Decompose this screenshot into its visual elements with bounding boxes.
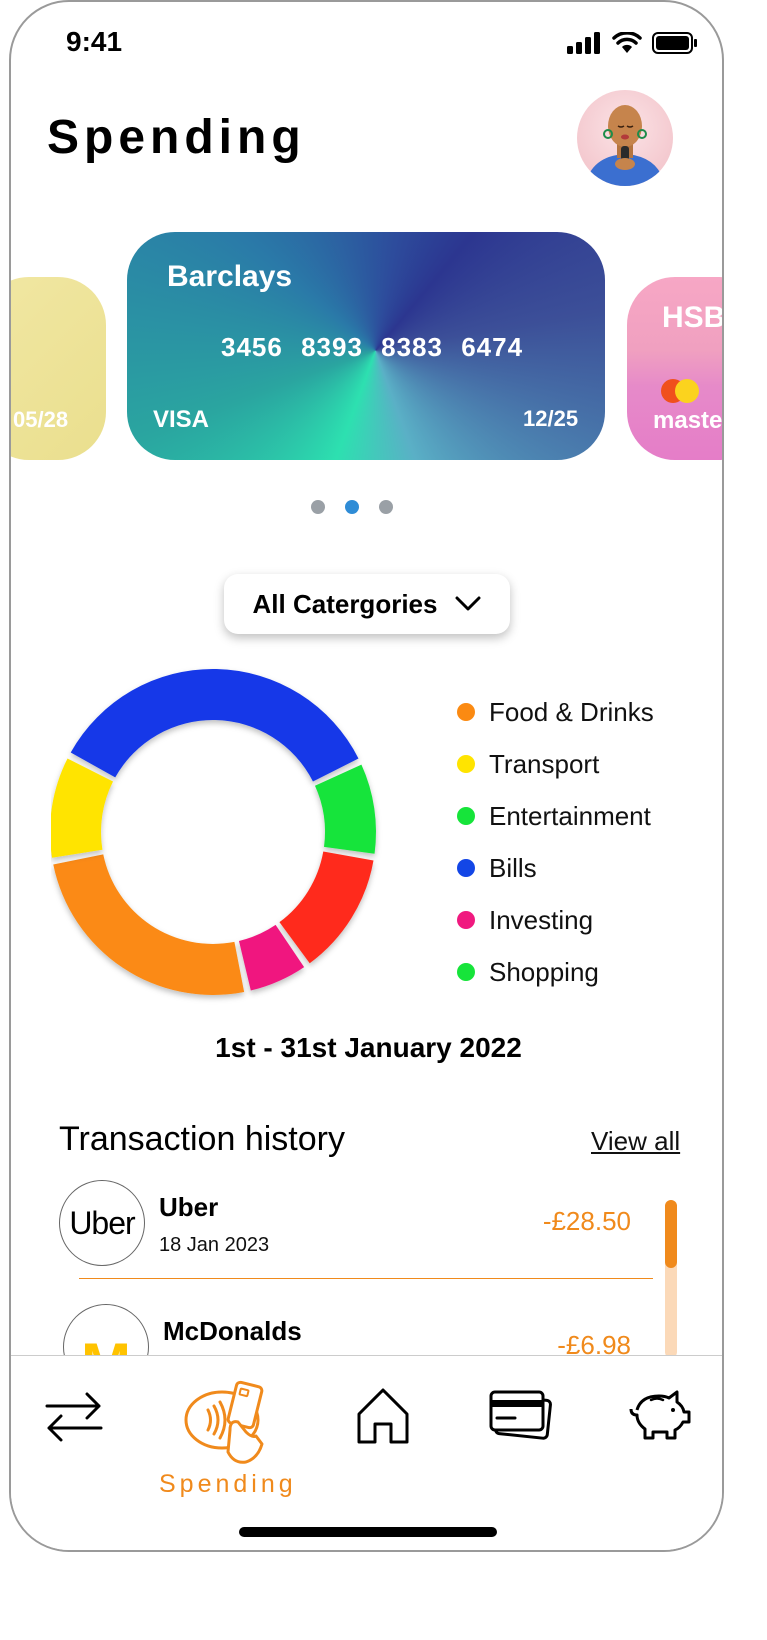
legend-item[interactable]: Entertainment: [457, 790, 654, 842]
tab-home[interactable]: [355, 1386, 411, 1446]
transaction-merchant: McDonalds: [163, 1316, 302, 1346]
battery-icon: [652, 32, 697, 54]
donut-segment-shopping[interactable]: [314, 764, 376, 854]
legend-item[interactable]: Bills: [457, 842, 654, 894]
transaction-date: 18 Jan 2023: [159, 1234, 270, 1256]
card-expiry: 12/25: [523, 406, 579, 431]
avatar-illustration: [585, 105, 665, 186]
transaction-list[interactable]: Uber Uber 18 Jan 2023 -£28.50 M McDonald…: [51, 1174, 671, 1356]
card-bank-name: Barclays: [167, 260, 293, 293]
donut-segment-bills[interactable]: [70, 669, 359, 782]
legend-dot: [457, 755, 475, 773]
transaction-scrollbar[interactable]: [665, 1200, 677, 1358]
contactless-pay-icon: [184, 1380, 264, 1464]
phone-frame: 9:41 Spending 05/28 Barclays 3456 8393 8…: [9, 0, 724, 1552]
spending-donut-chart: [51, 669, 376, 995]
piggy-bank-icon: [629, 1390, 691, 1440]
date-range: 1st - 31st January 2022: [215, 1032, 522, 1063]
status-time: 9:41: [66, 26, 123, 57]
legend-dot: [457, 859, 475, 877]
row-divider: [79, 1278, 653, 1279]
chevron-down-icon: [455, 596, 481, 611]
carousel-dot[interactable]: [379, 500, 393, 514]
legend-dot: [457, 911, 475, 929]
transfer-icon: [45, 1392, 103, 1442]
tab-bar: Spending: [11, 1355, 722, 1550]
legend-item[interactable]: Transport: [457, 738, 654, 790]
credit-card-previous[interactable]: 05/28: [11, 277, 106, 460]
donut-segment-food-drinks[interactable]: [53, 854, 245, 995]
legend-item[interactable]: Food & Drinks: [457, 686, 654, 738]
uber-logo-text: Uber: [69, 1204, 135, 1241]
legend-label: Bills: [489, 852, 537, 883]
uber-logo-icon: Uber: [59, 1180, 145, 1266]
tab-spending[interactable]: Spending: [159, 1380, 297, 1499]
home-indicator[interactable]: [239, 1527, 497, 1537]
tab-label: Spending: [159, 1470, 297, 1498]
card-bank-name: HSB: [662, 301, 724, 334]
legend-label: Investing: [489, 904, 594, 935]
carousel-dot-active[interactable]: [345, 500, 359, 514]
legend-dot: [457, 807, 475, 825]
transaction-row[interactable]: Uber Uber 18 Jan 2023 -£28.50: [51, 1174, 653, 1284]
transaction-merchant: Uber: [159, 1192, 219, 1222]
legend-label: Shopping: [489, 956, 599, 987]
cards-icon: [489, 1390, 552, 1440]
tab-cards[interactable]: [487, 1388, 553, 1444]
transaction-amount: -£6.98: [557, 1330, 631, 1356]
legend-label: Food & Drinks: [489, 696, 654, 727]
mastercard-logo-icon: [661, 379, 699, 403]
legend-label: Transport: [489, 748, 600, 779]
donut-segment-transport[interactable]: [51, 758, 114, 858]
legend-label: Entertainment: [489, 800, 651, 831]
card-brand: maste: [653, 407, 723, 434]
transaction-history-title: Transaction history: [59, 1120, 345, 1158]
status-icons: [566, 32, 698, 54]
transaction-amount: -£28.50: [542, 1206, 631, 1236]
chart-legend: Food & Drinks Transport Entertainment Bi…: [457, 686, 654, 998]
credit-card-barclays[interactable]: Barclays 3456 8393 8383 6474 VISA 12/25: [127, 232, 605, 460]
scrollbar-thumb[interactable]: [665, 1200, 677, 1268]
carousel-dot[interactable]: [311, 500, 325, 514]
wifi-icon: [612, 32, 642, 53]
signal-icon: [567, 32, 600, 54]
card-expiry: 05/28: [13, 407, 69, 432]
mcdonalds-logo-text: M: [81, 1330, 131, 1357]
transaction-row[interactable]: M McDonalds -£6.98: [51, 1300, 651, 1356]
legend-item[interactable]: Shopping: [457, 946, 654, 998]
category-dropdown[interactable]: All Catergories: [224, 574, 510, 634]
donut-segment-food-drinks[interactable]: [279, 851, 374, 964]
home-icon: [357, 1388, 409, 1444]
category-dropdown-label: All Catergories: [252, 588, 438, 619]
legend-item[interactable]: Investing: [457, 894, 654, 946]
legend-dot: [457, 963, 475, 981]
page-title: Spending: [47, 111, 306, 164]
card-number: 3456 8393 8383 6474: [221, 332, 524, 362]
card-brand: VISA: [153, 406, 210, 433]
tab-transfers[interactable]: [43, 1386, 105, 1446]
credit-card-next[interactable]: HSB maste: [627, 277, 724, 460]
legend-dot: [457, 703, 475, 721]
tab-savings[interactable]: [625, 1386, 691, 1446]
view-all-link[interactable]: View all: [591, 1126, 680, 1157]
mcdonalds-logo-icon: M: [63, 1304, 149, 1356]
carousel-dots[interactable]: [311, 500, 393, 514]
avatar[interactable]: [577, 90, 673, 186]
